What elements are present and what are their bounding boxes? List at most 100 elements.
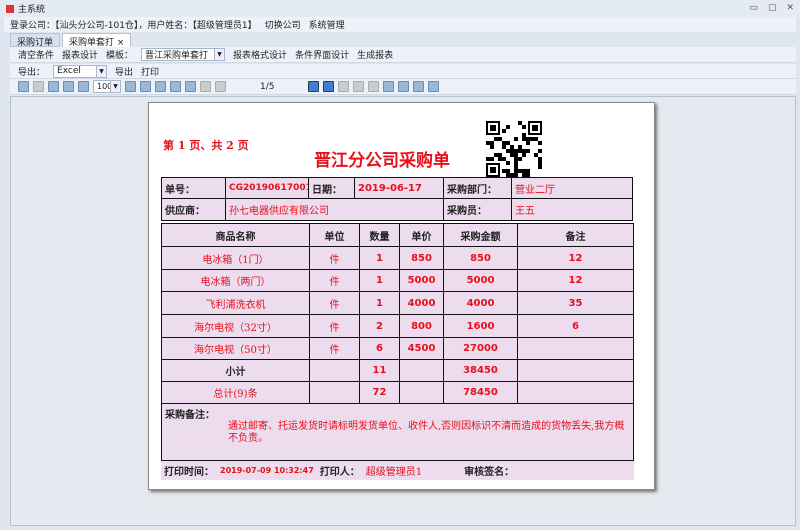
- last-page-icon[interactable]: [323, 81, 335, 92]
- order-no: CG20190617001: [225, 177, 312, 199]
- app-icon: [6, 4, 14, 13]
- undo-icon[interactable]: [368, 81, 380, 92]
- clear-button[interactable]: 清空条件: [18, 48, 54, 61]
- template-select[interactable]: 晋江采购单套打 ▼: [141, 48, 226, 61]
- table-row-cell: 件: [309, 314, 360, 338]
- table-row-cell: 1: [359, 269, 400, 292]
- print-time: 2019-07-09 10:32:47: [220, 466, 314, 475]
- table-row-cell: 6: [517, 314, 634, 338]
- system-manage-link[interactable]: 系统管理: [309, 18, 345, 31]
- play-icon[interactable]: [413, 81, 425, 92]
- export-format-select[interactable]: Excel ▼: [53, 64, 108, 78]
- prev-page-icon[interactable]: [215, 81, 226, 92]
- zoom-select[interactable]: 100%▼: [93, 80, 121, 93]
- table-row-cell: 件: [309, 246, 360, 270]
- total-cell: [309, 381, 360, 404]
- subtotal-label: 小计: [161, 359, 310, 382]
- next-page-icon[interactable]: [308, 81, 320, 92]
- print-footer: 打印时间： 2019-07-09 10:32:47 打印人： 超级管理员1 审核签名：: [161, 461, 634, 480]
- buyer-label: 采购员：: [443, 198, 512, 221]
- title-bar: 主系统 ▭ ▢ ✕: [0, 0, 800, 17]
- table-row-cell: 850: [443, 246, 518, 270]
- condition-design-button[interactable]: 条件界面设计: [295, 48, 349, 61]
- column-header: 数量: [359, 223, 400, 247]
- qr-code: [486, 121, 542, 177]
- single-page-icon[interactable]: [155, 81, 166, 92]
- layout-icon[interactable]: [185, 81, 196, 92]
- total-label: 总计(9)条: [161, 381, 310, 404]
- tab-purchase-print[interactable]: 采购单套打 ×: [62, 33, 132, 48]
- print-button[interactable]: 打印: [141, 65, 159, 78]
- refresh-icon[interactable]: [383, 81, 395, 92]
- supplier: 孙七电器供应有限公司: [225, 198, 444, 221]
- table-row-cell: 800: [399, 314, 444, 338]
- column-header: 单价: [399, 223, 444, 247]
- remark-box: 采购备注： 通过邮寄、托运发货时请标明发货单位、收件人,否则因标识不清而造成的货物…: [161, 403, 634, 461]
- table-row-cell: 6: [359, 337, 400, 360]
- export-format-value: Excel: [57, 66, 81, 76]
- total-amount: 78450: [443, 381, 518, 404]
- table-row-cell: 件: [309, 337, 360, 360]
- column-header: 单位: [309, 223, 360, 247]
- remark-label: 采购备注：: [165, 410, 215, 421]
- hand-icon[interactable]: [398, 81, 410, 92]
- report-page: 第 1 页、共 2 页 晋江分公司采购单 单号： CG20190617001 日期：…: [148, 102, 655, 490]
- table-row-cell: 5000: [443, 269, 518, 292]
- template-label: 模板：: [106, 51, 134, 61]
- print-time-label: 打印时间：: [164, 467, 214, 478]
- toolbar-viewer: 100%▼ 1/5: [10, 79, 796, 95]
- export-button[interactable]: 导出: [115, 65, 133, 78]
- table-row-cell: 2: [359, 314, 400, 338]
- table-row-cell: 12: [517, 246, 634, 270]
- export-label: 导出：: [18, 67, 46, 78]
- total-qty: 72: [359, 381, 400, 404]
- table-row-cell: 海尔电视（50寸）: [161, 337, 310, 360]
- table-row-cell: 35: [517, 291, 634, 315]
- paste-icon[interactable]: [33, 81, 44, 92]
- date-label: 日期：: [308, 177, 355, 199]
- report-design-button[interactable]: 报表设计: [62, 48, 98, 61]
- table-row-cell: 1: [359, 246, 400, 270]
- table-row-cell: 件: [309, 269, 360, 292]
- zoom-out-icon[interactable]: [78, 81, 89, 92]
- order-no-label: 单号：: [161, 177, 226, 199]
- chevron-down-icon[interactable]: ▼: [214, 49, 225, 60]
- page-width-icon[interactable]: [125, 81, 136, 92]
- page-info: 第 1 页、共 2 页: [163, 139, 249, 152]
- format-design-button[interactable]: 报表格式设计: [233, 48, 287, 61]
- tree-icon[interactable]: [48, 81, 59, 92]
- column-header: 备注: [517, 223, 634, 247]
- chevron-down-icon[interactable]: ▼: [96, 65, 107, 77]
- printer: 超级管理员1: [365, 467, 423, 478]
- first-page-icon[interactable]: [200, 81, 211, 92]
- multi-page-icon[interactable]: [170, 81, 181, 92]
- tab-purchase-order[interactable]: 采购订单: [10, 33, 61, 48]
- subtotal-cell: [309, 359, 360, 382]
- buyer: 王五: [511, 198, 633, 221]
- subtotal-cell: [517, 359, 634, 382]
- switch-company-link[interactable]: 切换公司: [265, 18, 301, 31]
- date: 2019-06-17: [354, 177, 444, 199]
- maximize-button[interactable]: ▢: [768, 3, 777, 13]
- image-icon[interactable]: [428, 81, 440, 92]
- generate-button[interactable]: 生成报表: [357, 48, 393, 61]
- toolbar-report: 清空条件 报表设计 模板： 晋江采购单套打 ▼ 报表格式设计 条件界面设计 生成报…: [10, 47, 796, 63]
- page-indicator: 1/5: [260, 81, 275, 92]
- column-header: 采购金额: [443, 223, 518, 247]
- close-button[interactable]: ✕: [786, 3, 794, 13]
- back-icon[interactable]: [338, 81, 350, 92]
- zoom-in-icon[interactable]: [63, 81, 74, 92]
- table-row-cell: 4000: [399, 291, 444, 315]
- template-value: 晋江采购单套打: [145, 51, 209, 61]
- copy-icon[interactable]: [18, 81, 29, 92]
- table-row-cell: 电冰箱（1门）: [161, 246, 310, 270]
- table-row-cell: 4000: [443, 291, 518, 315]
- toolbar-export: 导出： Excel ▼ 导出 打印: [10, 64, 796, 79]
- table-row-cell: 27000: [443, 337, 518, 360]
- minimize-button[interactable]: ▭: [749, 3, 758, 13]
- table-row-cell: 5000: [399, 269, 444, 292]
- total-cell: [517, 381, 634, 404]
- forward-icon[interactable]: [353, 81, 365, 92]
- chevron-down-icon[interactable]: ▼: [110, 81, 120, 92]
- whole-page-icon[interactable]: [140, 81, 151, 92]
